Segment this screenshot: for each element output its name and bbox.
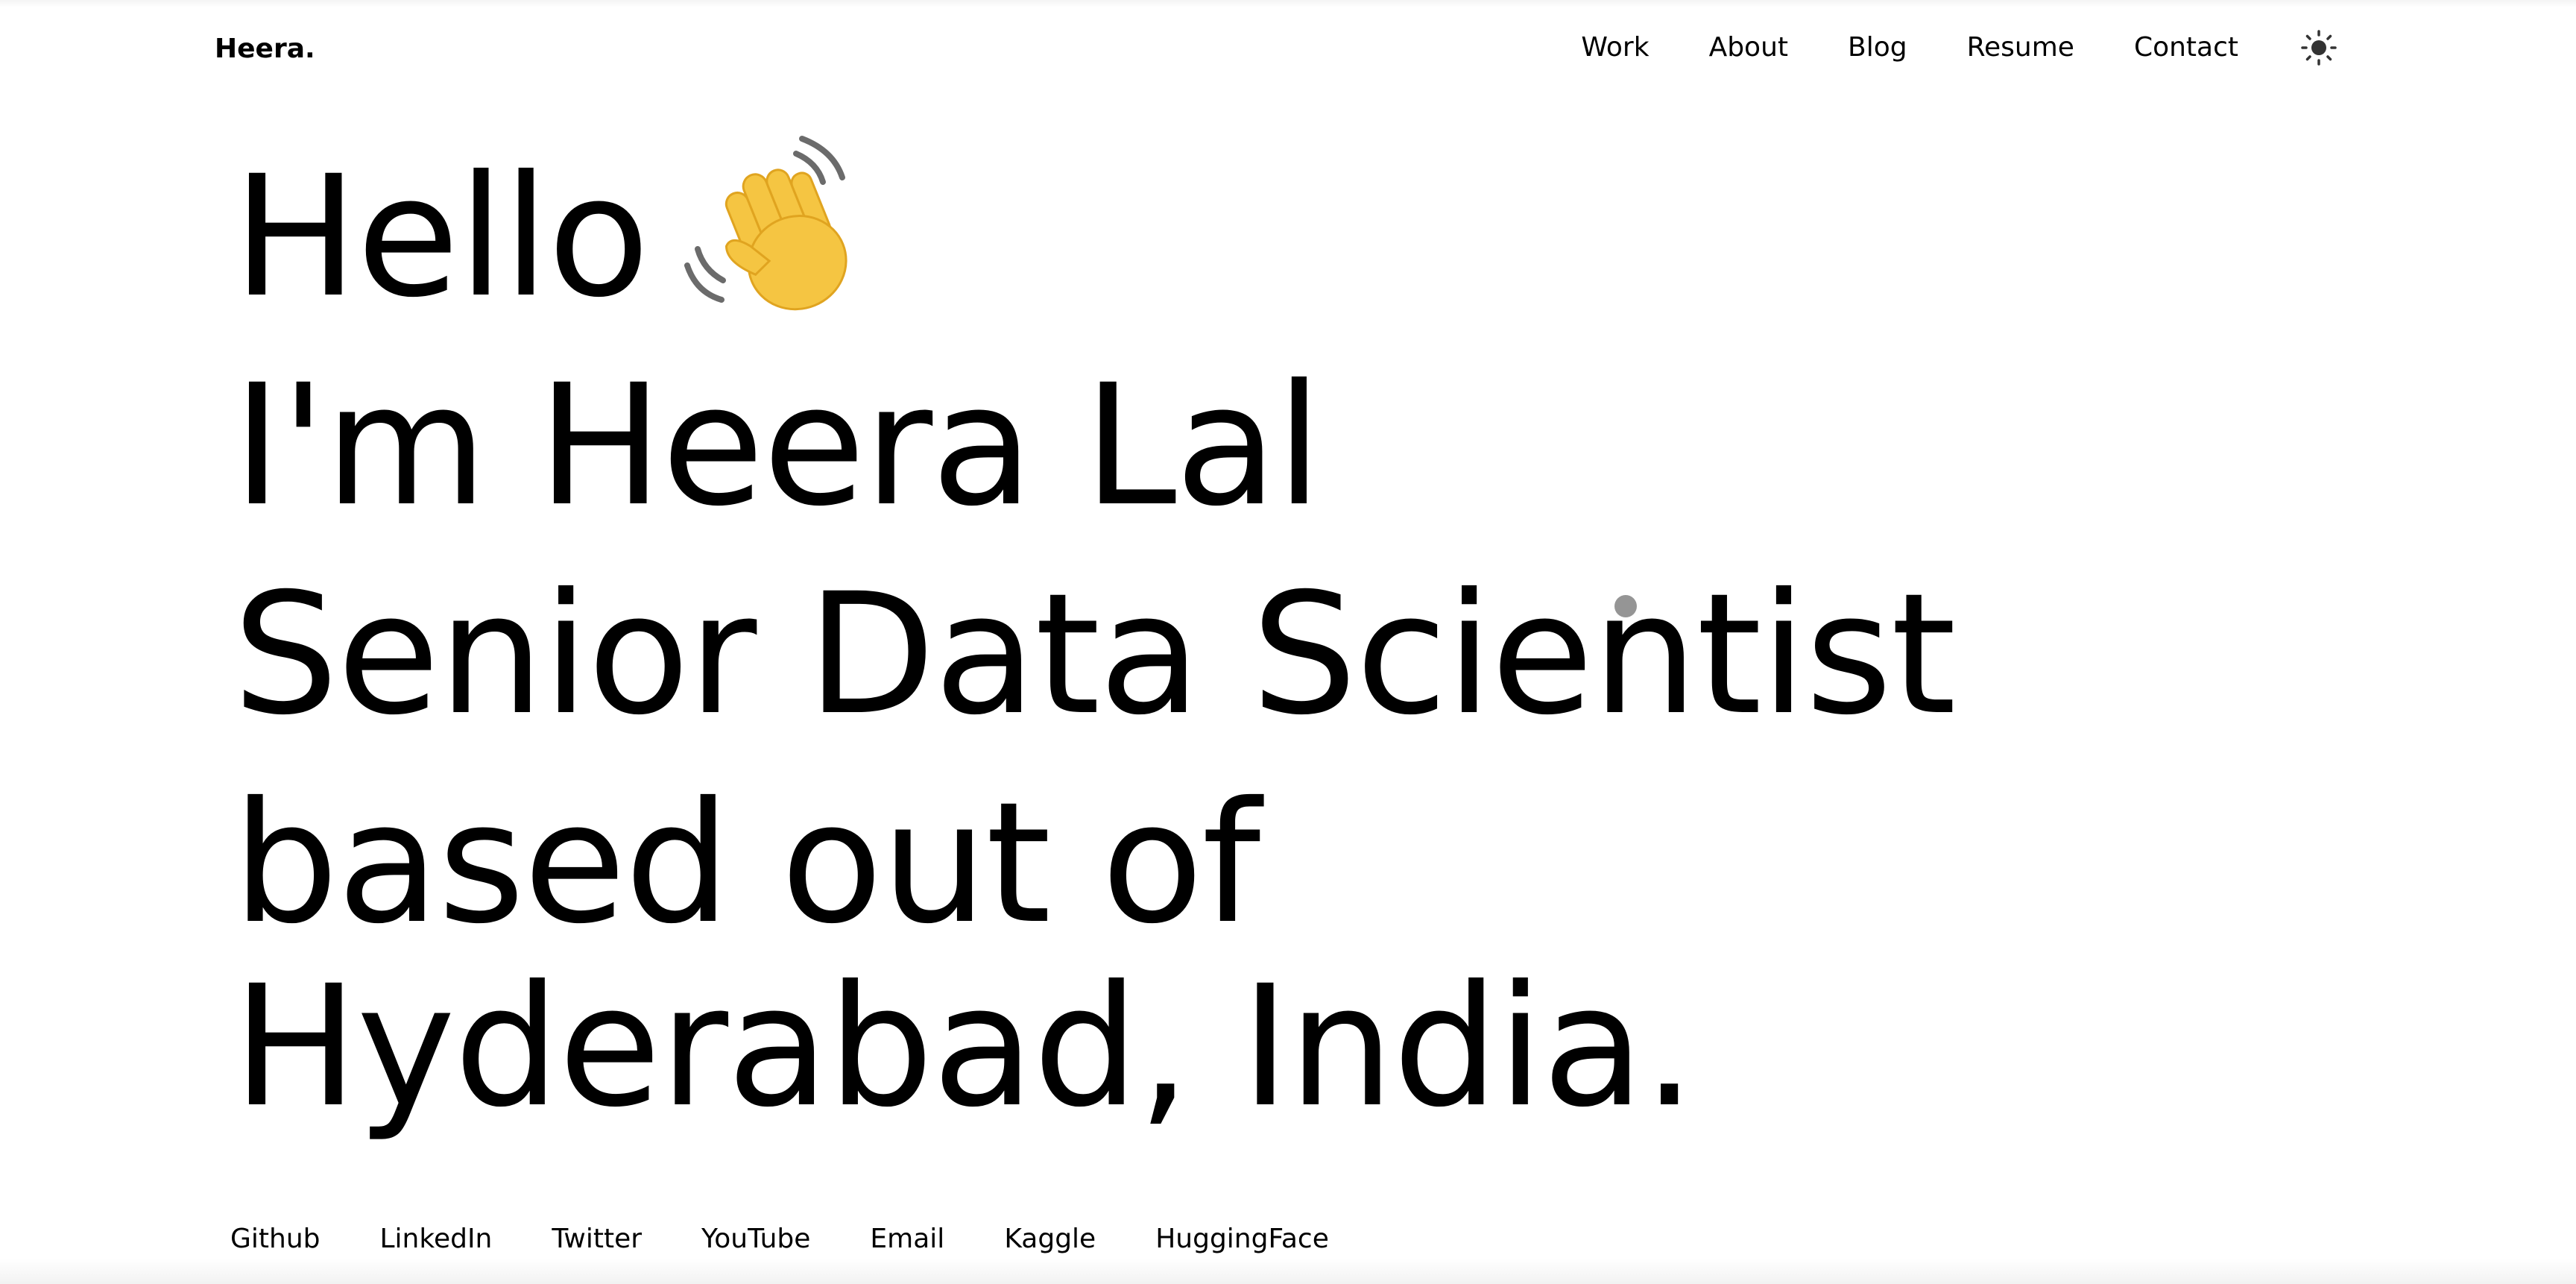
nav-contact[interactable]: Contact <box>2134 32 2238 63</box>
main-nav: Work About Blog Resume Contact <box>1581 27 2340 69</box>
hero-line-location: Hyderabad, India. <box>233 949 1696 1144</box>
hero-line-title: Senior Data Scientist <box>233 557 1957 752</box>
hero-line-based: based out of <box>233 766 1260 960</box>
social-linkedin[interactable]: LinkedIn <box>380 1224 493 1254</box>
nav-work[interactable]: Work <box>1581 32 1649 63</box>
site-logo[interactable]: Heera. <box>215 30 315 69</box>
social-email[interactable]: Email <box>870 1224 944 1254</box>
hero-line-name: I'm Heera Lal <box>233 348 1322 543</box>
theme-toggle-button[interactable] <box>2298 27 2340 69</box>
social-huggingface[interactable]: HuggingFace <box>1155 1224 1329 1254</box>
nav-about[interactable]: About <box>1709 32 1788 63</box>
waving-hand-icon <box>684 136 847 311</box>
nav-resume[interactable]: Resume <box>1967 32 2074 63</box>
social-twitter[interactable]: Twitter <box>552 1224 642 1254</box>
social-kaggle[interactable]: Kaggle <box>1004 1224 1096 1254</box>
footer-shadow <box>0 1259 2576 1284</box>
hero-line-greeting: Hello <box>233 133 2245 342</box>
sun-icon <box>2301 30 2337 66</box>
hero-heading: Hello I'm Heera Lal Senior Data Scientis… <box>233 133 2245 1151</box>
social-youtube[interactable]: YouTube <box>701 1224 810 1254</box>
hero-hello-text: Hello <box>233 139 650 334</box>
header-shadow <box>0 0 2576 7</box>
social-links: Github LinkedIn Twitter YouTube Email Ka… <box>230 1220 1389 1259</box>
nav-blog[interactable]: Blog <box>1848 32 1907 63</box>
mouse-cursor-dot <box>1614 595 1637 617</box>
social-github[interactable]: Github <box>230 1224 321 1254</box>
